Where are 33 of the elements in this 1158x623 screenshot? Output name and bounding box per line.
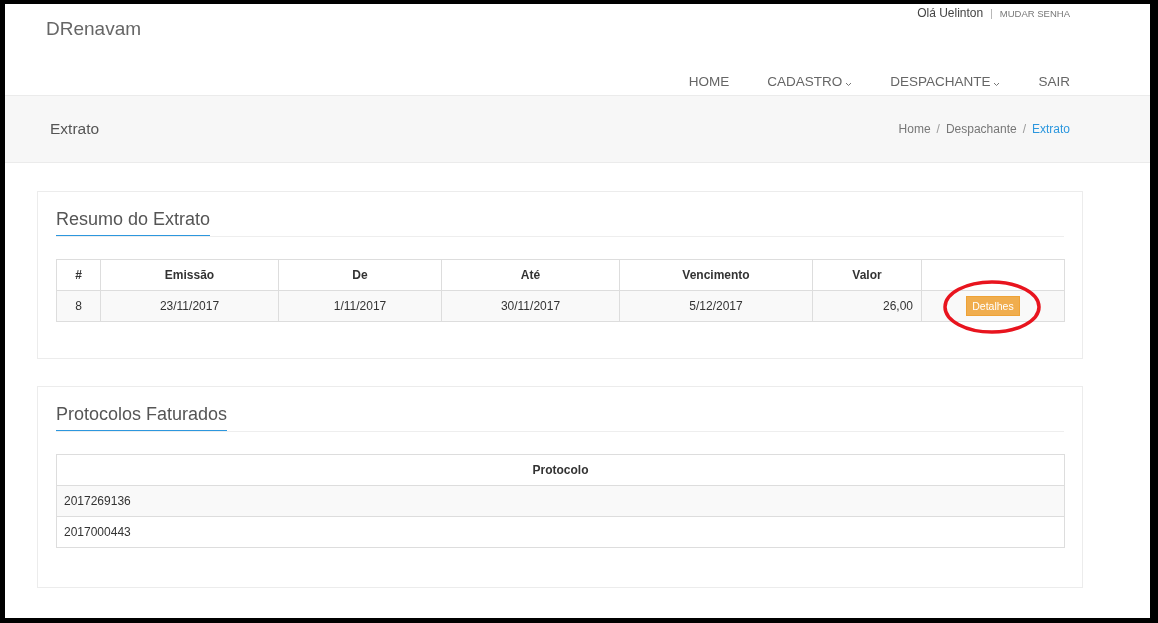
table-cell: 2017269136 xyxy=(56,485,1065,517)
table-cell: 5/12/2017 xyxy=(619,290,813,322)
nav-menu-item[interactable]: SAIR xyxy=(1023,74,1085,89)
column-header: De xyxy=(278,259,442,291)
table-cell: 26,00 xyxy=(812,290,922,322)
breadcrumb-link[interactable]: Despachante xyxy=(945,122,1017,136)
column-header: Emissão xyxy=(100,259,279,291)
breadcrumb-separator: / xyxy=(936,122,940,136)
panel-title: Protocolos Faturados xyxy=(56,404,228,431)
nav-menu-item[interactable]: CADASTRO xyxy=(752,74,868,89)
breadcrumb-link[interactable]: Home xyxy=(898,122,931,136)
table-cell: 1/11/2017 xyxy=(278,290,442,322)
column-header: Valor xyxy=(812,259,922,291)
table-cell: 8 xyxy=(56,290,101,322)
column-header: Vencimento xyxy=(619,259,813,291)
table-cell: 30/11/2017 xyxy=(441,290,620,322)
page-title: Extrato xyxy=(50,120,100,138)
breadcrumb-link[interactable]: Extrato xyxy=(1032,122,1070,136)
table-cell: 23/11/2017 xyxy=(100,290,279,322)
column-header: Até xyxy=(441,259,620,291)
user-greeting: Olá Uelinton xyxy=(917,6,984,20)
separator: | xyxy=(990,7,993,19)
nav-menu-item[interactable]: HOME xyxy=(673,74,745,89)
brand-logo[interactable]: DRenavam xyxy=(46,18,142,40)
column-header: Protocolo xyxy=(56,454,1065,486)
chevron-down-icon xyxy=(845,82,853,87)
table-cell: 2017000443 xyxy=(56,516,1065,548)
nav-menu-item[interactable]: DESPACHANTE xyxy=(875,74,1016,89)
panel-title: Resumo do Extrato xyxy=(56,209,211,236)
change-password-link[interactable]: MUDAR SENHA xyxy=(999,7,1070,19)
column-header: # xyxy=(56,259,101,291)
chevron-down-icon xyxy=(993,82,1001,87)
breadcrumb-separator: / xyxy=(1022,122,1026,136)
